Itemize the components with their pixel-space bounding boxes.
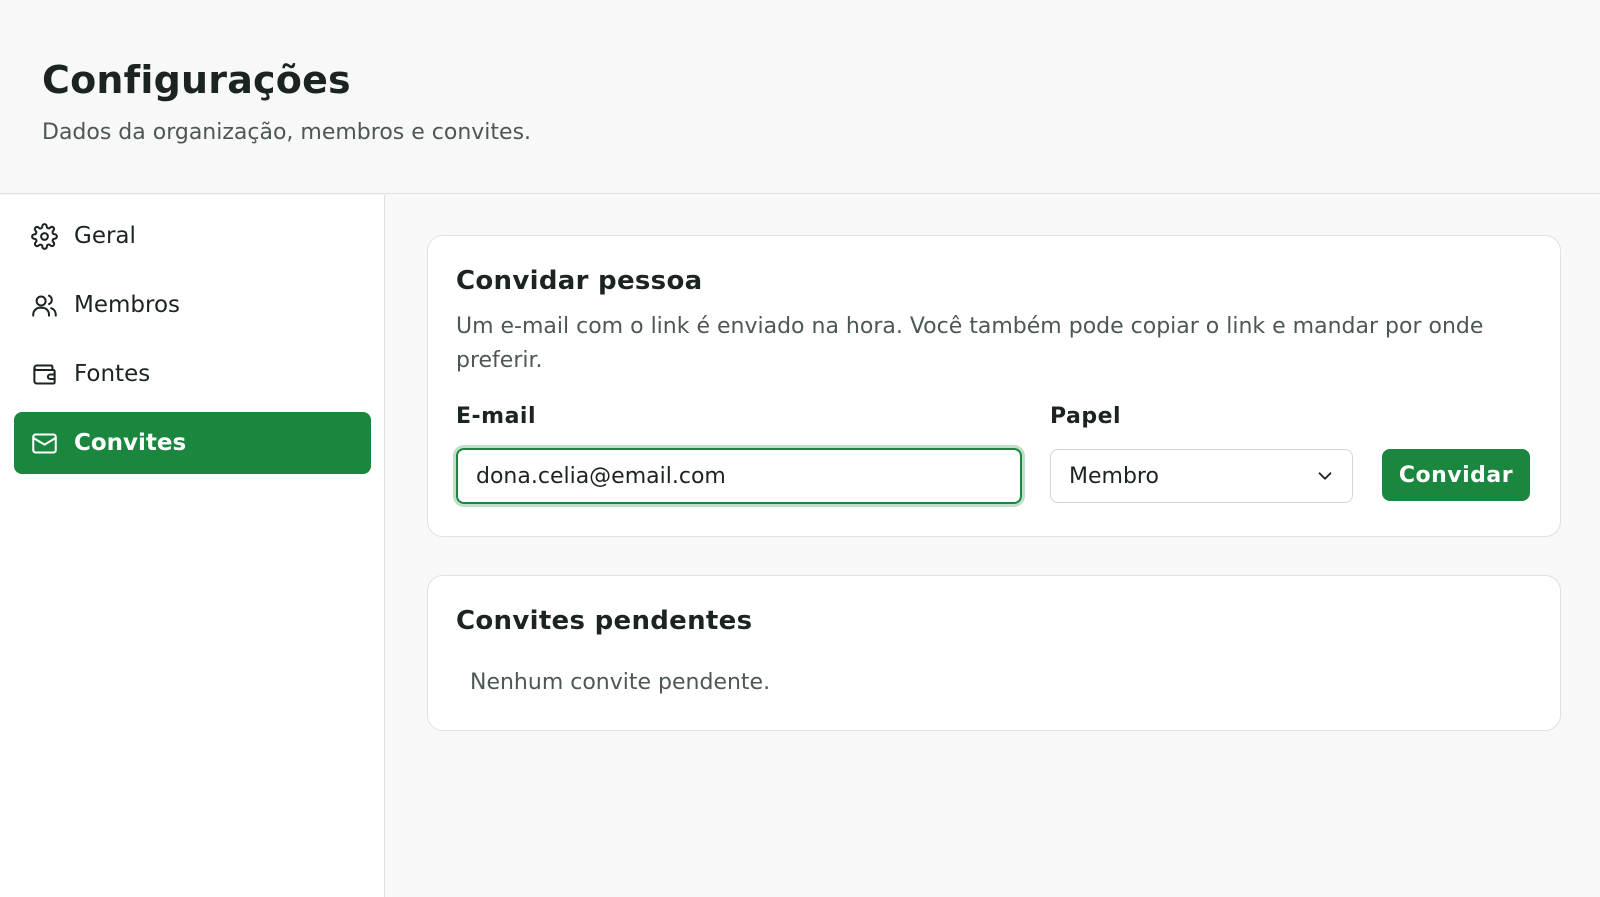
pending-invites-title: Convites pendentes xyxy=(456,606,753,636)
email-label: E-mail xyxy=(456,404,537,429)
role-select-value: Membro xyxy=(1069,463,1159,489)
sidebar-item-label: Geral xyxy=(74,223,136,249)
pending-invites-card: Convites pendentes Nenhum convite penden… xyxy=(427,575,1561,731)
page-title: Configurações xyxy=(42,58,351,102)
pending-invites-empty-message: Nenhum convite pendente. xyxy=(470,670,771,695)
sidebar-item-label: Fontes xyxy=(74,361,151,387)
mail-icon xyxy=(30,429,58,457)
email-input[interactable] xyxy=(456,448,1022,504)
sidebar-item-membros[interactable]: Membros xyxy=(14,274,371,336)
sidebar-item-label: Convites xyxy=(74,430,187,456)
page-subtitle: Dados da organização, membros e convites… xyxy=(42,120,532,145)
sidebar-item-convites[interactable]: Convites xyxy=(14,412,371,474)
gear-icon xyxy=(30,222,58,250)
role-select[interactable]: Membro xyxy=(1050,449,1353,503)
users-icon xyxy=(30,291,58,319)
invite-card-title: Convidar pessoa xyxy=(456,266,703,296)
invite-button[interactable]: Convidar xyxy=(1382,449,1530,501)
sidebar-item-geral[interactable]: Geral xyxy=(14,205,371,267)
invite-card-description: Um e-mail com o link é enviado na hora. … xyxy=(456,314,1484,373)
invite-card: Convidar pessoa Um e-mail com o link é e… xyxy=(427,235,1561,537)
settings-sidebar: Geral Membros Fontes Convites xyxy=(0,195,385,897)
sidebar-item-label: Membros xyxy=(74,292,181,318)
settings-content: Convidar pessoa Um e-mail com o link é e… xyxy=(386,195,1600,897)
wallet-icon xyxy=(30,360,58,388)
sidebar-item-fontes[interactable]: Fontes xyxy=(14,343,371,405)
role-label: Papel xyxy=(1050,404,1122,429)
chevron-down-icon xyxy=(1314,465,1336,487)
page-header: Configurações Dados da organização, memb… xyxy=(0,0,1600,194)
